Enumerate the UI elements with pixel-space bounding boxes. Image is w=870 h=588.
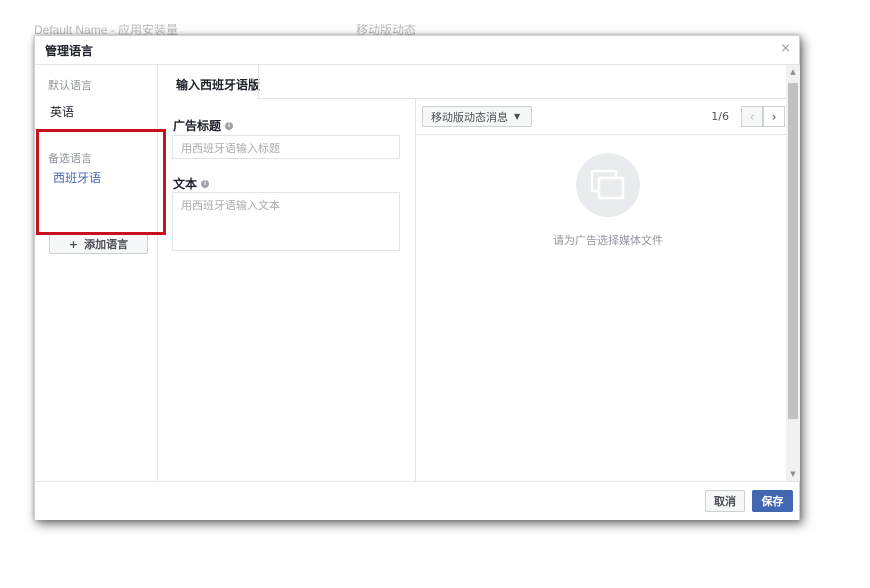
ad-text-form: 广告标题 i 用西班牙语输入标题 文本 i 用西班牙语输入文本 bbox=[158, 99, 416, 481]
chevron-left-icon: ‹ bbox=[749, 109, 755, 124]
chevron-right-icon: › bbox=[771, 109, 777, 124]
headline-label-text: 广告标题 bbox=[173, 119, 222, 133]
info-icon[interactable]: i bbox=[201, 179, 210, 188]
manage-languages-dialog: 管理语言 × 默认语言 英语 备选语言 西班牙语 + 添加语言 输入西班牙语版 … bbox=[34, 35, 800, 520]
text-label-text: 文本 bbox=[173, 177, 198, 191]
ad-preview-panel: 移动版动态消息 ▼ 1/6 ‹ › 请为广告选择媒体文件 bbox=[416, 99, 786, 481]
media-select-prompt: 请为广告选择媒体文件 bbox=[553, 234, 663, 247]
gallery-icon bbox=[576, 153, 640, 217]
tab-spanish-version[interactable]: 输入西班牙语版 bbox=[176, 76, 260, 93]
placement-format-label: 移动版动态消息 bbox=[431, 110, 508, 124]
add-language-label: 添加语言 bbox=[84, 238, 129, 251]
close-icon[interactable]: × bbox=[780, 41, 791, 56]
preview-toolbar: 移动版动态消息 ▼ 1/6 ‹ › bbox=[416, 99, 786, 135]
scrollbar[interactable]: ▲ ▼ bbox=[786, 65, 800, 481]
previous-preview-button[interactable]: ‹ bbox=[741, 106, 763, 127]
preview-page-indicator: 1/6 bbox=[711, 110, 729, 123]
tab-divider bbox=[258, 65, 259, 98]
default-language-item[interactable]: 英语 bbox=[50, 103, 74, 120]
save-button[interactable]: 保存 bbox=[752, 490, 793, 512]
plus-icon: + bbox=[68, 237, 79, 251]
text-field-label: 文本 i bbox=[173, 175, 210, 192]
language-list-panel: 默认语言 英语 备选语言 西班牙语 + 添加语言 bbox=[35, 65, 158, 481]
language-tab-bar: 输入西班牙语版 bbox=[158, 65, 786, 99]
text-textarea[interactable]: 用西班牙语输入文本 bbox=[172, 192, 400, 251]
dialog-header: 管理语言 × bbox=[35, 36, 799, 65]
info-icon[interactable]: i bbox=[225, 121, 234, 130]
chevron-down-icon: ▼ bbox=[514, 112, 521, 121]
scroll-up-icon[interactable]: ▲ bbox=[786, 65, 800, 79]
annotation-highlight-box bbox=[36, 129, 166, 235]
placement-format-dropdown[interactable]: 移动版动态消息 ▼ bbox=[422, 106, 532, 127]
headline-field-label: 广告标题 i bbox=[173, 117, 234, 134]
next-preview-button[interactable]: › bbox=[763, 106, 785, 127]
scrollbar-thumb[interactable] bbox=[788, 83, 798, 419]
default-language-label: 默认语言 bbox=[48, 79, 92, 92]
add-language-button[interactable]: + 添加语言 bbox=[49, 234, 148, 254]
dialog-footer: 取消 保存 bbox=[35, 481, 799, 520]
gallery-icon-graphic bbox=[591, 170, 625, 200]
cancel-button[interactable]: 取消 bbox=[705, 490, 745, 512]
scroll-down-icon[interactable]: ▼ bbox=[786, 467, 800, 481]
dialog-title: 管理语言 bbox=[45, 44, 94, 58]
headline-input[interactable]: 用西班牙语输入标题 bbox=[172, 135, 400, 159]
